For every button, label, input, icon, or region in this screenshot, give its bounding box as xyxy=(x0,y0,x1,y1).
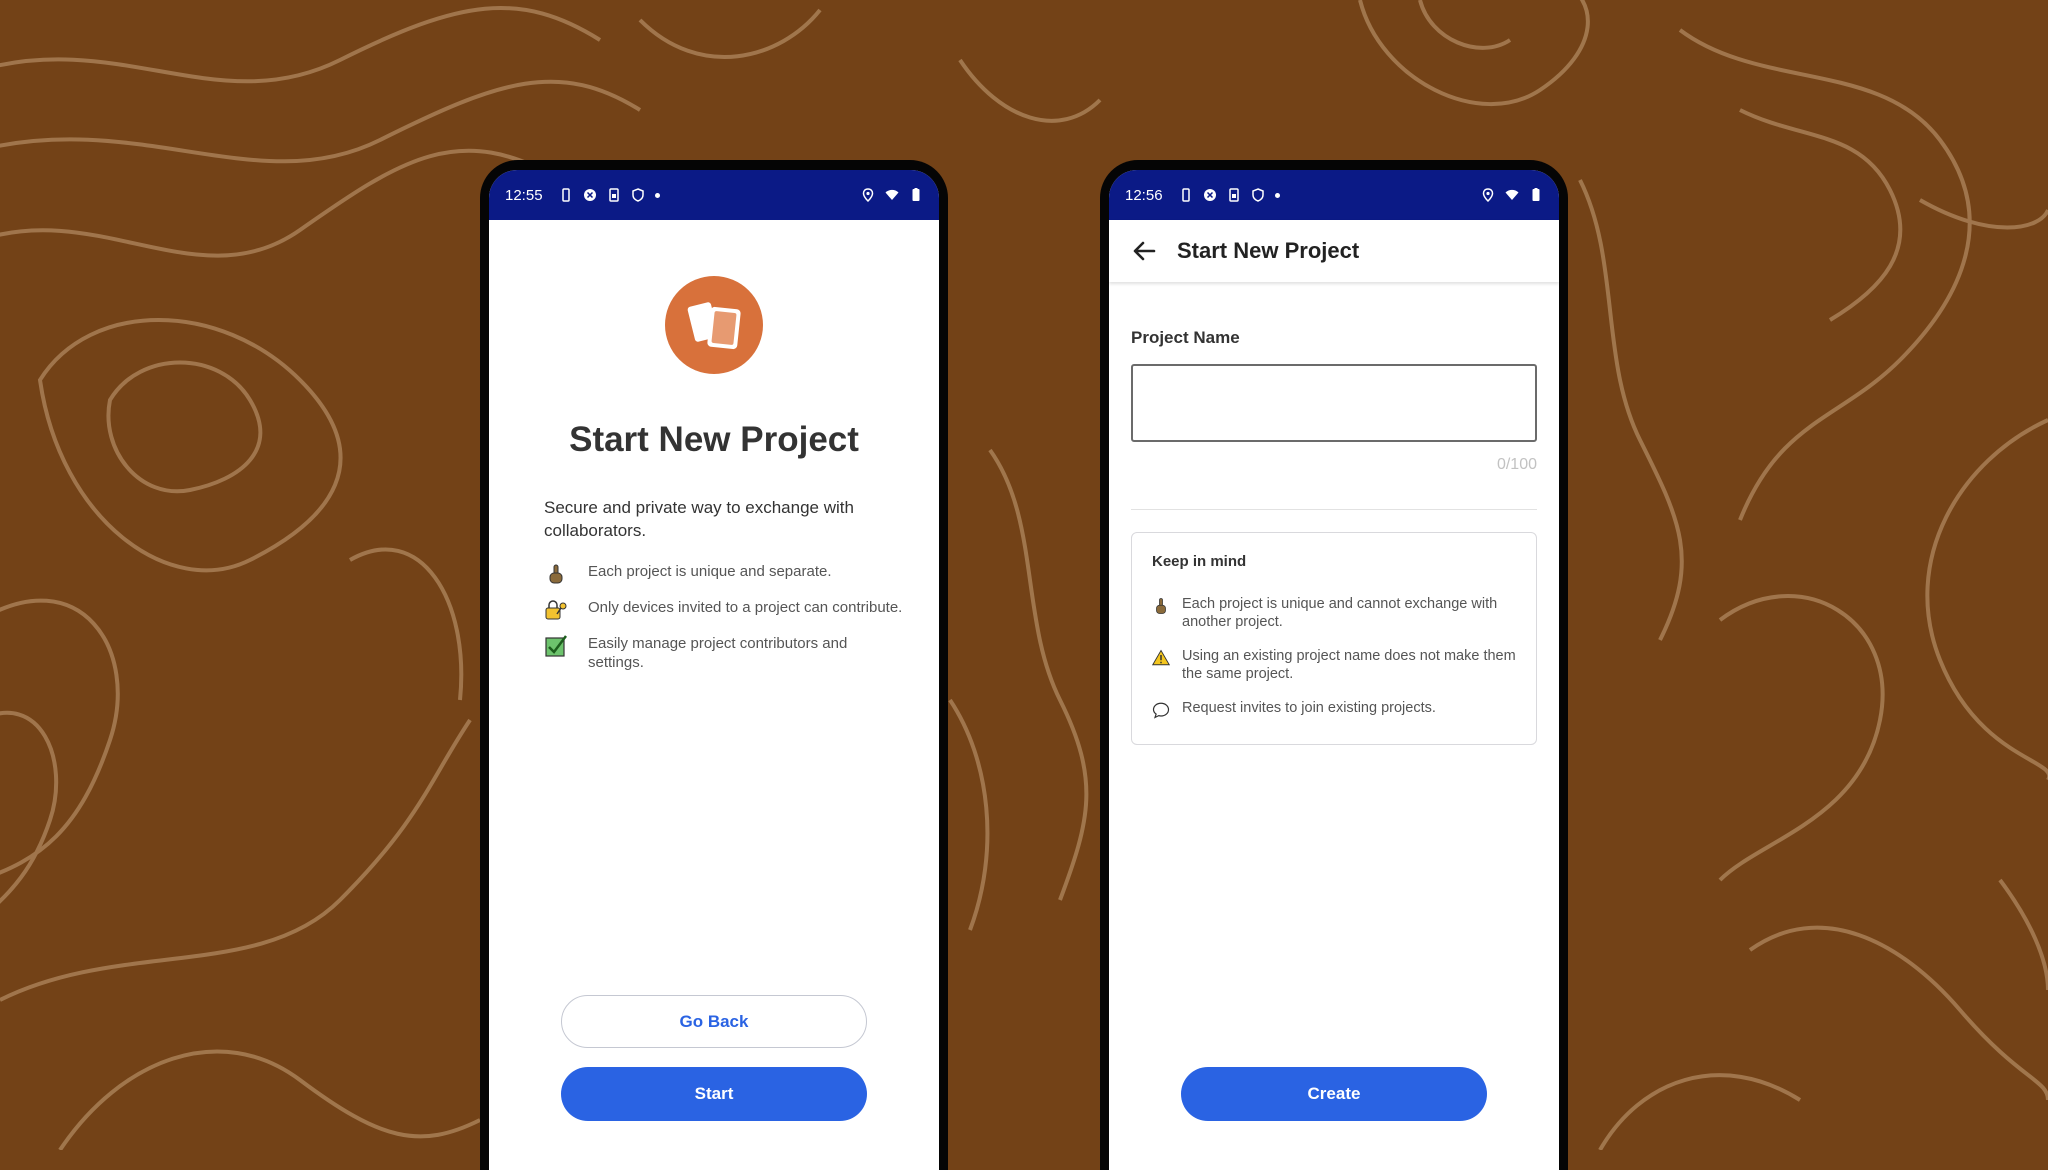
create-button[interactable]: Create xyxy=(1181,1067,1487,1121)
status-bar: 12:55 xyxy=(489,170,939,220)
lock-key-icon xyxy=(545,600,567,620)
status-bar: 12:56 xyxy=(1109,170,1559,220)
feature-item: Easily manage project contributors and s… xyxy=(544,634,904,672)
screen-start-intro: 12:55 Start New Project Secure and priva… xyxy=(489,170,939,1170)
close-circle-icon xyxy=(583,189,596,201)
project-logo-icon xyxy=(665,276,763,374)
keep-in-mind-text: Request invites to join existing project… xyxy=(1182,700,1436,716)
document-icon xyxy=(1228,188,1239,202)
feature-text: Each project is unique and separate. xyxy=(588,563,832,580)
keep-in-mind-title: Keep in mind xyxy=(1152,553,1247,570)
battery-icon xyxy=(912,188,920,201)
phone-icon xyxy=(561,188,570,202)
wifi-icon xyxy=(1505,189,1519,200)
feature-item: Only devices invited to a project can co… xyxy=(544,598,904,622)
keep-in-mind-text: Using an existing project name does not … xyxy=(1182,648,1516,682)
document-icon xyxy=(608,188,619,202)
phone-frame-create: 12:56 Start New Project Project Name 0/1… xyxy=(1100,160,1568,1170)
pointing-finger-icon xyxy=(1156,598,1166,614)
close-circle-icon xyxy=(1203,189,1216,201)
chat-bubble-icon xyxy=(1152,702,1170,719)
phone-frame-start: 12:55 Start New Project Secure and priva… xyxy=(480,160,948,1170)
location-icon xyxy=(862,188,874,202)
status-time: 12:55 xyxy=(505,186,543,204)
feature-text: Only devices invited to a project can co… xyxy=(588,599,903,616)
project-name-input[interactable] xyxy=(1131,364,1537,442)
feature-text: Easily manage project contributors and s… xyxy=(588,635,848,671)
phone-icon xyxy=(1181,188,1190,202)
keep-in-mind-text: Each project is unique and cannot exchan… xyxy=(1182,596,1498,630)
warning-icon xyxy=(1152,649,1170,666)
start-button[interactable]: Start xyxy=(561,1067,867,1121)
notification-dot xyxy=(1274,192,1280,198)
intro-description: Secure and private way to exchange with … xyxy=(544,498,854,540)
checkbox-icon xyxy=(545,635,567,657)
topographic-background xyxy=(0,0,2048,1150)
back-arrow-icon[interactable] xyxy=(1129,236,1159,266)
app-bar: Start New Project xyxy=(1109,220,1559,282)
feature-list: Each project is unique and separate. Onl… xyxy=(544,562,904,684)
pointing-finger-icon xyxy=(549,564,563,584)
keep-in-mind-item: Request invites to join existing project… xyxy=(1152,699,1522,719)
go-back-button[interactable]: Go Back xyxy=(561,995,867,1048)
battery-icon xyxy=(1532,188,1540,201)
app-bar-title: Start New Project xyxy=(1177,238,1360,263)
keep-in-mind-card: Keep in mind Each project is unique and … xyxy=(1131,532,1537,745)
keep-in-mind-list: Each project is unique and cannot exchan… xyxy=(1152,595,1522,735)
character-counter: 0/100 xyxy=(1496,456,1537,473)
keep-in-mind-item: Using an existing project name does not … xyxy=(1152,647,1522,683)
shield-icon xyxy=(1251,188,1264,202)
screen-create-project: 12:56 Start New Project Project Name 0/1… xyxy=(1109,170,1559,1170)
location-icon xyxy=(1482,188,1494,202)
divider xyxy=(1131,509,1537,510)
wifi-icon xyxy=(885,189,899,200)
feature-item: Each project is unique and separate. xyxy=(544,562,904,586)
keep-in-mind-item: Each project is unique and cannot exchan… xyxy=(1152,595,1522,631)
project-name-label: Project Name xyxy=(1131,328,1240,347)
status-time: 12:56 xyxy=(1125,186,1163,204)
page-title: Start New Project xyxy=(569,420,859,459)
shield-icon xyxy=(631,188,644,202)
notification-dot xyxy=(654,192,660,198)
